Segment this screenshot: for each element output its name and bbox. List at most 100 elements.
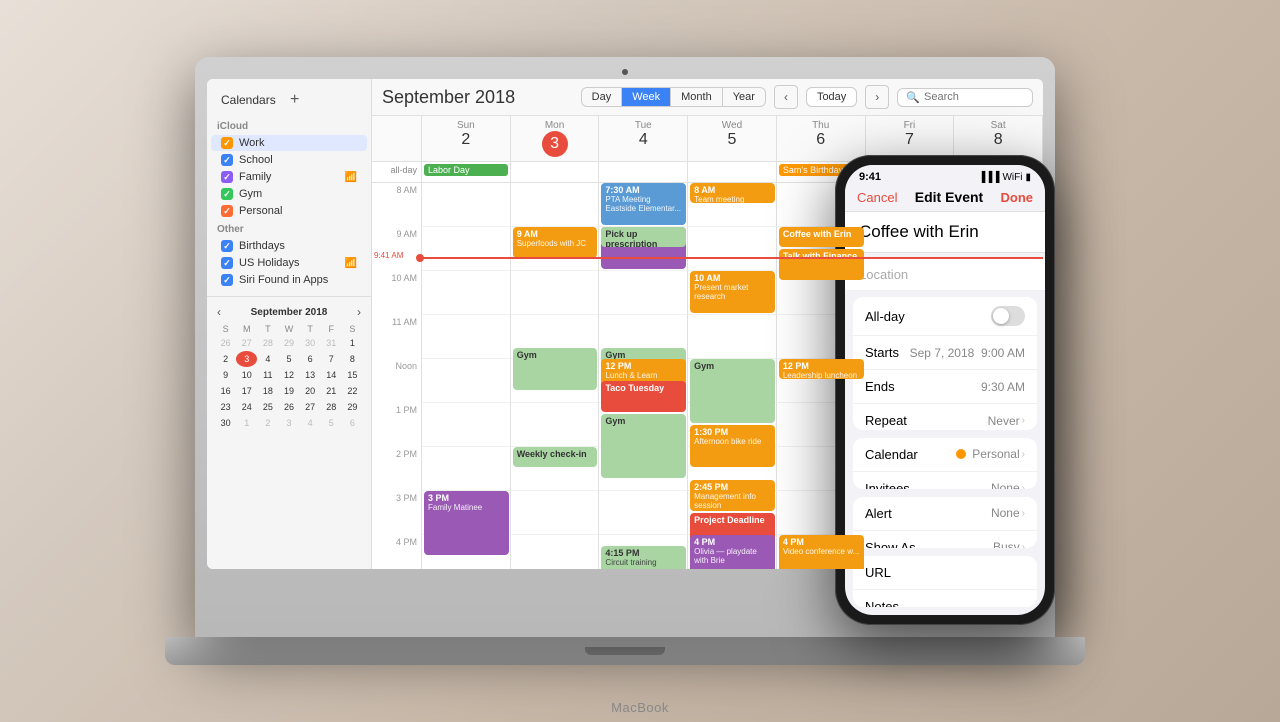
day-header-thu[interactable]: Thu 6 [777, 116, 866, 161]
mini-cal-day[interactable]: 28 [321, 399, 342, 415]
calendar-event[interactable]: Pick up prescription [601, 227, 686, 247]
mini-cal-day[interactable]: 28 [257, 335, 278, 351]
form-row-show-as[interactable]: Show As Busy › [853, 531, 1037, 548]
calendar-event[interactable]: 12 PMLeadership luncheon [779, 359, 864, 379]
mini-cal-day[interactable]: 20 [300, 383, 321, 399]
calendar-event[interactable]: 3 PMFamily Matinee [424, 491, 509, 555]
calendar-event[interactable]: 2:45 PMManagement info session [690, 480, 775, 511]
calendar-event[interactable]: Coffee with Erin [779, 227, 864, 247]
mini-cal-day[interactable]: 21 [321, 383, 342, 399]
calendar-event[interactable]: 4 PMOlivia — playdate with Brie [690, 535, 775, 569]
time-cell-0-14[interactable] [422, 447, 511, 491]
time-cell-3-9[interactable] [688, 227, 777, 271]
mini-cal-day[interactable]: 2 [215, 351, 236, 367]
calendar-event[interactable]: Talk with Finance [779, 249, 864, 280]
day-header-tue[interactable]: Tue 4 [599, 116, 688, 161]
form-row-url[interactable]: URL [853, 556, 1037, 590]
time-cell-1-15[interactable] [511, 491, 600, 535]
view-month-button[interactable]: Month [671, 88, 723, 106]
mini-cal-day[interactable]: 23 [215, 399, 236, 415]
view-week-button[interactable]: Week [622, 88, 671, 106]
labor-day-event[interactable]: Labor Day [424, 164, 508, 176]
prev-week-button[interactable]: ‹ [774, 85, 798, 109]
form-row-starts[interactable]: Starts Sep 7, 2018 9:00 AM [853, 336, 1037, 370]
form-row-allday[interactable]: All-day [853, 297, 1037, 336]
mini-cal-day[interactable]: 14 [321, 367, 342, 383]
time-cell-1-16[interactable] [511, 535, 600, 569]
time-cell-3-11[interactable] [688, 315, 777, 359]
personal-checkbox[interactable] [221, 205, 233, 217]
mini-cal-day[interactable]: 25 [257, 399, 278, 415]
mini-cal-day[interactable]: 5 [321, 415, 342, 431]
calendar-item-gym[interactable]: Gym [211, 186, 367, 202]
mini-cal-day[interactable]: 3 [278, 415, 299, 431]
form-row-notes[interactable]: Notes [853, 590, 1037, 607]
time-cell-0-11[interactable] [422, 315, 511, 359]
today-button[interactable]: Today [806, 87, 857, 107]
calendar-item-siri[interactable]: Siri Found in Apps [211, 272, 367, 288]
us-holidays-checkbox[interactable] [221, 257, 233, 269]
mini-cal-day[interactable]: 30 [215, 415, 236, 431]
gym-checkbox[interactable] [221, 188, 233, 200]
mini-cal-day[interactable]: 31 [321, 335, 342, 351]
day-header-mon[interactable]: Mon 3 [511, 116, 600, 161]
mini-cal-day[interactable]: 1 [342, 335, 363, 351]
birthdays-checkbox[interactable] [221, 240, 233, 252]
form-row-invitees[interactable]: Invitees None › [853, 472, 1037, 489]
calendar-event[interactable]: 1:30 PMAfternoon bike ride [690, 425, 775, 467]
calendar-item-birthdays[interactable]: Birthdays [211, 238, 367, 254]
school-checkbox[interactable] [221, 154, 233, 166]
mini-cal-day[interactable]: 26 [278, 399, 299, 415]
iphone-location-field[interactable]: Location [845, 259, 1045, 291]
calendar-item-school[interactable]: School [211, 152, 367, 168]
mini-cal-day[interactable]: 4 [300, 415, 321, 431]
time-cell-1-13[interactable] [511, 403, 600, 447]
time-cell-1-10[interactable] [511, 271, 600, 315]
mini-cal-next[interactable]: › [355, 305, 363, 319]
time-cell-0-13[interactable] [422, 403, 511, 447]
search-input[interactable] [924, 91, 1024, 103]
mini-cal-day[interactable]: 29 [278, 335, 299, 351]
calendar-event[interactable]: 4 PMVideo conference w... [779, 535, 864, 569]
mini-cal-day[interactable]: 4 [257, 351, 278, 367]
calendar-event[interactable]: Weekly check-in [513, 447, 598, 467]
mini-cal-day[interactable]: 13 [300, 367, 321, 383]
calendar-item-personal[interactable]: Personal [211, 203, 367, 219]
iphone-done-button[interactable]: Done [1001, 190, 1034, 205]
mini-cal-day[interactable]: 2 [257, 415, 278, 431]
add-calendar-button[interactable]: + [286, 91, 304, 109]
form-row-alert[interactable]: Alert None › [853, 497, 1037, 531]
time-cell-0-12[interactable] [422, 359, 511, 403]
mini-cal-day[interactable]: 15 [342, 367, 363, 383]
siri-checkbox[interactable] [221, 274, 233, 286]
calendar-event[interactable]: Taco Tuesday [601, 381, 686, 412]
calendar-event[interactable]: 4:15 PMCircuit training [601, 546, 686, 569]
calendar-event[interactable]: 7:30 AMPTA MeetingEastside Elementar... [601, 183, 686, 225]
calendar-item-us-holidays[interactable]: US Holidays 📶 [211, 255, 367, 271]
mini-cal-day[interactable]: 12 [278, 367, 299, 383]
mini-cal-day[interactable]: 6 [342, 415, 363, 431]
form-row-repeat[interactable]: Repeat Never › [853, 404, 1037, 430]
allday-toggle[interactable] [991, 306, 1025, 326]
search-box[interactable]: 🔍 [897, 88, 1033, 107]
iphone-cancel-button[interactable]: Cancel [857, 190, 897, 205]
time-cell-0-9[interactable] [422, 227, 511, 271]
calendar-item-family[interactable]: Family 📶 [211, 169, 367, 185]
calendar-event[interactable]: Gym [513, 348, 598, 390]
mini-cal-day[interactable]: 27 [236, 335, 257, 351]
mini-cal-day[interactable]: 10 [236, 367, 257, 383]
time-cell-2-10[interactable] [599, 271, 688, 315]
mini-cal-day[interactable]: 11 [257, 367, 278, 383]
mini-cal-day[interactable]: 6 [300, 351, 321, 367]
mini-cal-day[interactable]: 26 [215, 335, 236, 351]
time-cell-0-10[interactable] [422, 271, 511, 315]
next-week-button[interactable]: › [865, 85, 889, 109]
mini-cal-prev[interactable]: ‹ [215, 305, 223, 319]
mini-cal-day[interactable]: 5 [278, 351, 299, 367]
mini-cal-day[interactable]: 1 [236, 415, 257, 431]
mini-cal-day[interactable]: 16 [215, 383, 236, 399]
day-header-wed[interactable]: Wed 5 [688, 116, 777, 161]
time-cell-0-8[interactable] [422, 183, 511, 227]
view-day-button[interactable]: Day [582, 88, 623, 106]
calendar-item-work[interactable]: Work [211, 135, 367, 151]
